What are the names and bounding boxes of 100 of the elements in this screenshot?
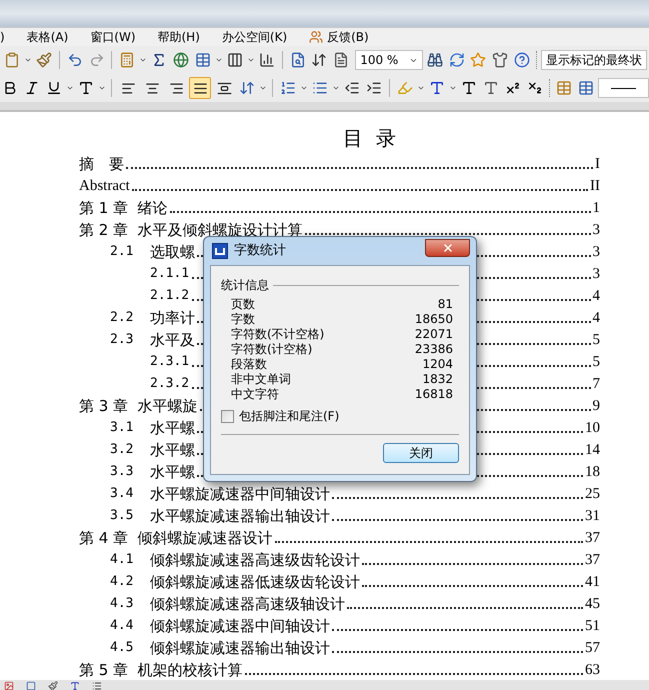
toc-entry[interactable]: 第 1 章 绪论 bbox=[79, 198, 168, 218]
section-number[interactable]: 2.2 bbox=[110, 308, 150, 328]
paintbrush-icon bbox=[36, 52, 52, 68]
help-button[interactable] bbox=[512, 50, 532, 70]
help-icon bbox=[514, 52, 530, 68]
stat-label: 字符数(不计空格) bbox=[231, 326, 324, 342]
paintbrush-icon bbox=[48, 681, 58, 690]
section-number[interactable]: 2.1.2 bbox=[150, 286, 190, 306]
page-number: 51 bbox=[585, 617, 600, 636]
stat-label: 段落数 bbox=[231, 356, 267, 372]
caret-icon bbox=[417, 84, 425, 92]
section-number[interactable]: 2.3 bbox=[110, 330, 150, 350]
shirt-icon bbox=[492, 52, 508, 68]
markup-display-field[interactable]: 显示标记的最终状 bbox=[541, 50, 648, 70]
toc-entry[interactable]: 第 4 章 倾斜螺旋减速器设计 bbox=[79, 528, 273, 548]
menu-item[interactable]: 帮助(H) bbox=[158, 28, 200, 46]
globe-button[interactable] bbox=[171, 50, 192, 70]
page-number: 3 bbox=[592, 265, 600, 284]
toc-entry[interactable]: 倾斜螺旋减速器高速级轴设计 bbox=[150, 594, 345, 614]
page-number: 9 bbox=[592, 397, 600, 416]
section-number[interactable]: 4.4 bbox=[110, 616, 150, 636]
redo-icon bbox=[88, 52, 105, 68]
section-number[interactable]: 4.2 bbox=[110, 572, 150, 592]
menu-item[interactable]: 表格(A) bbox=[26, 28, 68, 46]
alignment-button[interactable] bbox=[189, 77, 211, 99]
distributed-align-icon bbox=[216, 80, 232, 96]
menu-item[interactable]: 办公空间(K) bbox=[222, 28, 288, 46]
section-number[interactable]: 3.1 bbox=[110, 418, 150, 438]
caret-icon bbox=[66, 84, 74, 92]
stat-label: 中文字符 bbox=[231, 386, 279, 402]
section-number[interactable]: 4.5 bbox=[110, 638, 150, 658]
zoom-field[interactable]: 100 % bbox=[355, 50, 423, 70]
toc-entry[interactable]: 第 5 章 机架的校核计算 bbox=[79, 660, 243, 680]
section-number[interactable]: 4.1 bbox=[110, 550, 150, 570]
toc-entry[interactable]: 水平螺 bbox=[150, 462, 195, 482]
stat-value: 1204 bbox=[422, 356, 453, 372]
close-button[interactable] bbox=[425, 239, 470, 257]
align-right-icon bbox=[168, 80, 184, 96]
section-number[interactable]: 2.1.1 bbox=[150, 264, 190, 284]
stat-value: 81 bbox=[438, 296, 453, 312]
align-justify-icon bbox=[192, 80, 208, 96]
people-icon bbox=[309, 30, 324, 44]
stat-label: 页数 bbox=[231, 296, 255, 312]
toc-entry[interactable]: 水平螺旋减速器中间轴设计 bbox=[150, 484, 330, 504]
stat-label: 非中文单词 bbox=[231, 370, 291, 388]
section-number[interactable]: 4.3 bbox=[110, 594, 150, 614]
table-props-icon bbox=[578, 80, 594, 96]
section-number[interactable]: 3.3 bbox=[110, 462, 150, 482]
section-number[interactable]: 3.4 bbox=[110, 484, 150, 504]
toc-entry[interactable]: 选取螺 bbox=[150, 242, 195, 262]
page-number: 31 bbox=[585, 507, 600, 526]
bullet-list-icon bbox=[312, 80, 328, 96]
page-number: 4 bbox=[592, 287, 600, 306]
document-title: 目 录 bbox=[343, 128, 396, 148]
toc-entry[interactable]: 摘 要 bbox=[79, 154, 124, 174]
align-left-icon bbox=[120, 80, 136, 96]
section-number[interactable]: 3.5 bbox=[110, 506, 150, 526]
caret-icon bbox=[300, 84, 308, 92]
toc-entry[interactable]: 倾斜螺旋减速器输出轴设计 bbox=[150, 638, 330, 658]
toc-entry[interactable]: 第 3 章 水平螺旋 bbox=[79, 396, 198, 416]
page-number: 45 bbox=[585, 595, 600, 614]
group-title: 统计信息 bbox=[221, 277, 269, 294]
page-number: 5 bbox=[592, 353, 600, 372]
checkbox[interactable] bbox=[221, 410, 234, 422]
menu-item[interactable]: 窗口(W) bbox=[90, 28, 136, 46]
page-number: 63 bbox=[585, 661, 600, 680]
section-number[interactable]: 2.3.2 bbox=[150, 374, 190, 394]
toc-entry[interactable]: 水平及 bbox=[150, 330, 195, 350]
close-dialog-button[interactable]: 关闭 bbox=[383, 443, 459, 463]
paintbrush-button[interactable] bbox=[34, 50, 54, 70]
caret-icon bbox=[332, 84, 340, 92]
underline-icon bbox=[46, 80, 62, 96]
toc-entry[interactable]: 水平螺旋减速器输出轴设计 bbox=[150, 506, 330, 526]
toc-entry[interactable]: 水平螺 bbox=[150, 440, 195, 460]
section-number[interactable]: 3.2 bbox=[110, 440, 150, 460]
page-number: 57 bbox=[585, 639, 600, 658]
toc-entry[interactable]: 水平螺 bbox=[150, 418, 195, 438]
toc-entry[interactable]: 倾斜螺旋减速器低速级齿轮设计 bbox=[150, 572, 360, 592]
toc-entry[interactable]: 第 2 章 水平及倾斜螺旋设计计算 bbox=[79, 220, 303, 240]
toc-entry[interactable]: Abstract bbox=[79, 176, 130, 196]
globe-icon bbox=[173, 52, 190, 68]
style-field[interactable] bbox=[598, 78, 649, 98]
menu-item[interactable]: 反馈(B) bbox=[309, 28, 369, 46]
toc-entry[interactable]: 倾斜螺旋减速器高速级齿轮设计 bbox=[150, 550, 360, 570]
menu-item[interactable]: ) bbox=[0, 28, 5, 46]
font-color-icon bbox=[429, 80, 445, 96]
toc-entry[interactable]: 功率计 bbox=[150, 308, 195, 328]
dialog-title: 字数统计 bbox=[234, 242, 286, 260]
section-number[interactable]: 2.3.1 bbox=[150, 352, 190, 372]
toc-entry[interactable]: 倾斜螺旋减速器中间轴设计 bbox=[150, 616, 330, 636]
grow-font-icon bbox=[461, 80, 477, 96]
arrows-icon bbox=[311, 52, 328, 68]
clipboard-icon bbox=[4, 52, 20, 68]
refresh-icon bbox=[448, 52, 465, 68]
section-number[interactable]: 2.1 bbox=[110, 242, 150, 262]
chart-icon bbox=[258, 52, 275, 68]
highlighter-icon bbox=[397, 80, 413, 96]
stat-value: 16818 bbox=[414, 386, 453, 402]
italic-icon bbox=[24, 80, 40, 96]
document-preview-icon bbox=[290, 52, 306, 68]
